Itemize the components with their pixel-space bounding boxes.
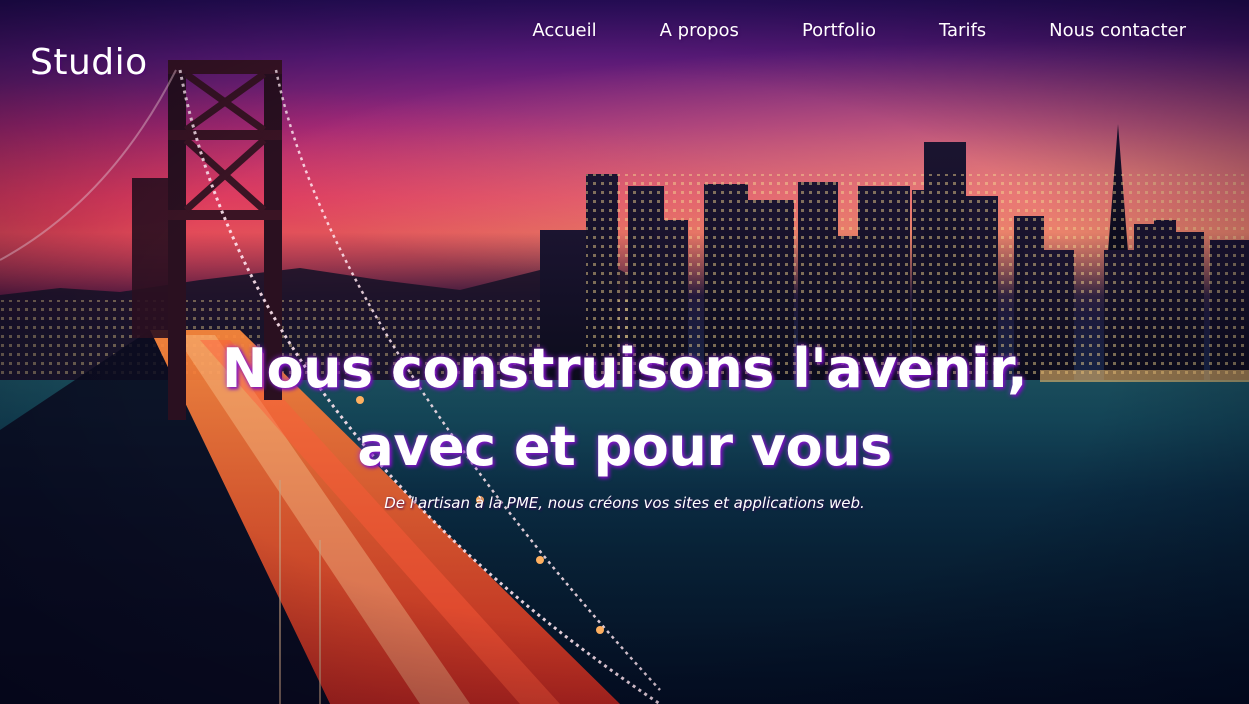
nav-link-accueil[interactable]: Accueil [532,20,596,41]
nav-link-tarifs[interactable]: Tarifs [939,20,986,41]
nav-link-a-propos[interactable]: A propos [660,20,739,41]
hero-subheadline: De l'artisan à la PME, nous créons vos s… [384,494,865,512]
hero-headline-line-1: Nous construisons l'avenir, [221,337,1028,400]
nav-link-nous-contacter[interactable]: Nous contacter [1049,20,1186,41]
hero-section: Studio Accueil A propos Portfolio Tarifs… [0,0,1249,704]
nav-link-portfolio[interactable]: Portfolio [802,20,876,41]
main-navigation: Accueil A propos Portfolio Tarifs Nous c… [532,20,1186,41]
brand-logo[interactable]: Studio [30,42,148,83]
hero-headline: Nous construisons l'avenir, avec et pour… [0,330,1249,486]
hero-headline-line-2: avec et pour vous [357,415,892,478]
